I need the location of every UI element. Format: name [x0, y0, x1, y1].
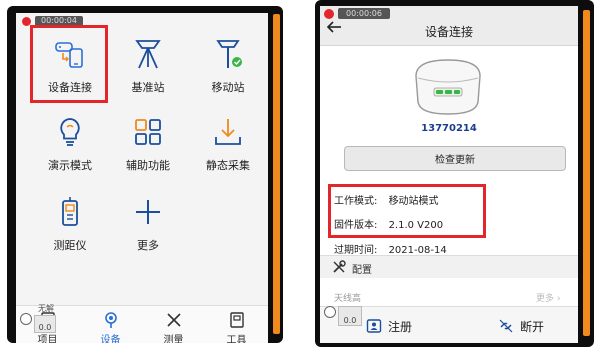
grid-item-demo-mode[interactable]: 演示模式 — [28, 109, 112, 179]
lightbulb-icon — [60, 118, 80, 146]
solution-status[interactable]: 无解 0.0 — [20, 303, 64, 337]
right-phone-frame: 00:00:06 设备连接 13770214 检查更新 工作模式: 移动站模式 … — [315, 0, 594, 347]
plus-icon — [136, 200, 160, 224]
grid-item-more[interactable]: 更多 — [106, 189, 190, 259]
grid-item-label: 静态采集 — [206, 159, 250, 172]
download-tray-icon — [215, 119, 241, 145]
grid-item-label: 更多 — [137, 239, 159, 252]
base-station-icon — [135, 40, 161, 69]
register-button[interactable]: 注册 — [366, 315, 412, 337]
rangefinder-icon — [62, 197, 78, 226]
grid-item-label: 辅助功能 — [126, 159, 170, 172]
tools-icon — [229, 312, 244, 328]
grid-item-label: 移动站 — [211, 81, 245, 94]
device-serial: 13770214 — [421, 123, 477, 134]
tab-label: 测量 — [163, 335, 184, 343]
tab-device[interactable]: 设备 — [79, 306, 142, 343]
receiver-device-image — [415, 59, 481, 115]
device-icon — [104, 312, 117, 328]
recording-time: 00:00:06 — [338, 8, 390, 19]
left-screen: 00:00:04 设备连接 基准站 移动站 演示模式 辅助功能 静态采集 测距仪… — [16, 13, 268, 343]
grid-item-label: 演示模式 — [48, 159, 92, 172]
record-dot-icon — [324, 8, 334, 19]
grid-item-label: 测距仪 — [53, 239, 87, 252]
grid-item-static-collect[interactable]: 静态采集 — [186, 109, 268, 179]
page-header: 00:00:06 设备连接 — [320, 6, 578, 46]
grid-item-label: 基准站 — [131, 81, 165, 94]
expire-row: 过期时间: 2021-08-14 — [334, 241, 447, 256]
solution-status-value: 0.0 — [338, 306, 362, 326]
config-section-header: 配置 — [320, 256, 578, 278]
grid-item-base-station[interactable]: 基准站 — [106, 31, 190, 101]
id-card-icon — [366, 319, 382, 333]
grid-squares-icon — [135, 119, 161, 145]
tab-label: 工具 — [226, 335, 247, 343]
disconnect-label: 断开 — [520, 319, 545, 334]
config-label: 配置 — [352, 265, 372, 276]
register-label: 注册 — [388, 319, 413, 334]
solution-status-label: 无解 — [38, 304, 54, 313]
rover-station-icon — [216, 40, 242, 68]
more-link[interactable]: 更多 › — [536, 291, 560, 304]
wrench-icon — [333, 260, 346, 273]
highlight-box — [30, 25, 108, 103]
tab-label: 设备 — [100, 335, 121, 343]
solution-status-value: 0.0 — [34, 315, 56, 333]
solution-status[interactable]: 0.0 — [324, 296, 368, 330]
unlink-icon — [499, 319, 513, 333]
tab-measure[interactable]: 测量 — [142, 306, 205, 343]
recording-indicator: 00:00:06 — [324, 8, 390, 19]
grid-item-assist[interactable]: 辅助功能 — [106, 109, 190, 179]
right-screen: 00:00:06 设备连接 13770214 检查更新 工作模式: 移动站模式 … — [320, 6, 578, 343]
check-update-button[interactable]: 检查更新 — [344, 146, 566, 171]
disconnect-button[interactable]: 断开 — [498, 315, 544, 337]
grid-item-rangefinder[interactable]: 测距仪 — [28, 189, 112, 259]
highlight-box — [328, 184, 486, 238]
page-title: 设备连接 — [424, 25, 473, 39]
measure-icon — [166, 313, 181, 327]
phone-case-edge — [273, 14, 280, 334]
left-phone-frame: 00:00:04 设备连接 基准站 移动站 演示模式 辅助功能 静态采集 测距仪… — [7, 6, 283, 343]
grid-item-rover-station[interactable]: 移动站 — [186, 31, 268, 101]
phone-case-edge — [583, 10, 590, 336]
status-circle-icon — [324, 306, 336, 318]
status-circle-icon — [20, 313, 32, 325]
tab-tools[interactable]: 工具 — [205, 306, 268, 343]
